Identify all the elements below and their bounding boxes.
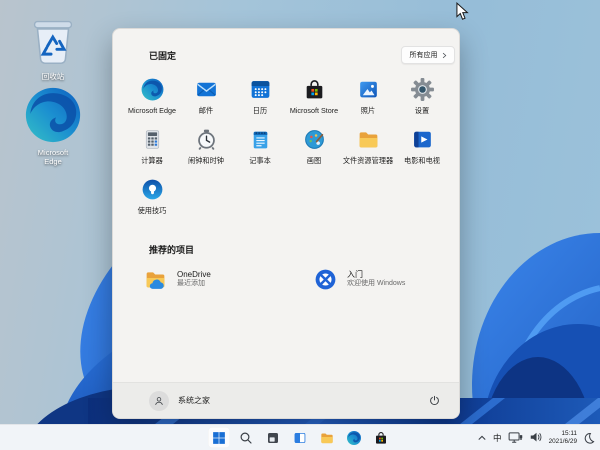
taskbar-buttons bbox=[208, 425, 392, 450]
calculator-icon bbox=[140, 127, 165, 152]
taskbar-widgets-button[interactable] bbox=[289, 427, 311, 448]
onedrive-icon bbox=[143, 267, 168, 292]
paint-icon bbox=[302, 127, 327, 152]
clock[interactable]: 15:11 2021/6/29 bbox=[549, 430, 577, 445]
pinned-app-settings[interactable]: 设置 bbox=[395, 73, 449, 123]
pinned-app-photos[interactable]: 照片 bbox=[341, 73, 395, 123]
pinned-app-label: 计算器 bbox=[141, 156, 163, 166]
chevron-right-icon bbox=[442, 52, 447, 59]
pinned-app-tips[interactable]: 使用技巧 bbox=[125, 173, 179, 223]
taskbar-edge-button[interactable] bbox=[343, 427, 365, 448]
start-menu-user-bar: 系统之家 bbox=[113, 382, 459, 418]
photos-icon bbox=[356, 77, 381, 102]
moon-icon[interactable] bbox=[583, 432, 595, 444]
search-icon bbox=[238, 430, 254, 446]
pinned-app-calendar[interactable]: 日历 bbox=[233, 73, 287, 123]
clock-time: 15:11 bbox=[549, 430, 577, 438]
all-apps-button[interactable]: 所有应用 bbox=[401, 46, 455, 64]
taskbar-search-button[interactable] bbox=[235, 427, 257, 448]
edge-icon bbox=[22, 84, 84, 146]
pinned-app-paint[interactable]: 画图 bbox=[287, 123, 341, 173]
recommended-items: OneDrive 最近添加 入门 欢迎使用 Windows bbox=[113, 261, 459, 301]
recommended-section-header: 推荐的项目 bbox=[149, 243, 194, 256]
pinned-app-label: 设置 bbox=[415, 106, 429, 116]
task-view-icon bbox=[265, 430, 281, 446]
user-name[interactable]: 系统之家 bbox=[178, 395, 210, 406]
pinned-app-label: 日历 bbox=[253, 106, 267, 116]
mail-icon bbox=[194, 77, 219, 102]
recommended-item-title: 入门 bbox=[347, 270, 405, 279]
pinned-app-label: 画图 bbox=[307, 156, 321, 166]
windows-start-icon bbox=[211, 430, 227, 446]
pinned-app-label: Microsoft Store bbox=[290, 106, 338, 115]
edge-icon bbox=[140, 77, 165, 102]
pinned-apps-grid: Microsoft Edge 邮件 日历 Microsoft Store 照片 … bbox=[125, 73, 449, 223]
notepad-icon bbox=[248, 127, 273, 152]
desktop-icon-recycle-bin[interactable]: 回收站 bbox=[22, 8, 84, 81]
pinned-app-label: 闹钟和时钟 bbox=[188, 156, 224, 166]
pinned-app-notepad[interactable]: 记事本 bbox=[233, 123, 287, 173]
recommended-item-title: OneDrive bbox=[177, 270, 211, 279]
recycle-bin-icon bbox=[22, 8, 84, 70]
pinned-app-label: 邮件 bbox=[199, 106, 213, 116]
taskbar-file-explorer-button[interactable] bbox=[316, 427, 338, 448]
settings-icon bbox=[410, 77, 435, 102]
clock-date: 2021/6/29 bbox=[549, 438, 577, 446]
pinned-app-file-explorer[interactable]: 文件资源管理器 bbox=[341, 123, 395, 173]
power-icon bbox=[428, 394, 441, 407]
get-started-icon bbox=[313, 267, 338, 292]
widgets-icon bbox=[292, 430, 308, 446]
alarm-clock-icon bbox=[194, 127, 219, 152]
pinned-app-edge[interactable]: Microsoft Edge bbox=[125, 73, 179, 123]
desktop-icon-label: Microsoft Edge bbox=[28, 148, 78, 166]
volume-icon[interactable] bbox=[529, 432, 543, 444]
recommended-item-onedrive[interactable]: OneDrive 最近添加 bbox=[143, 261, 217, 297]
pinned-app-label: 电影和电视 bbox=[404, 156, 440, 166]
power-button[interactable] bbox=[423, 390, 445, 412]
pinned-app-label: 使用技巧 bbox=[138, 206, 167, 216]
user-avatar[interactable] bbox=[149, 391, 169, 411]
pinned-app-label: 记事本 bbox=[249, 156, 271, 166]
pinned-app-label: 照片 bbox=[361, 106, 375, 116]
pinned-app-store[interactable]: Microsoft Store bbox=[287, 73, 341, 123]
taskbar-store-button[interactable] bbox=[370, 427, 392, 448]
pinned-app-movies-tv[interactable]: 电影和电视 bbox=[395, 123, 449, 173]
edge-icon bbox=[346, 430, 362, 446]
pinned-app-label: 文件资源管理器 bbox=[343, 156, 393, 166]
pinned-app-mail[interactable]: 邮件 bbox=[179, 73, 233, 123]
taskbar-task-view-button[interactable] bbox=[262, 427, 284, 448]
network-icon[interactable] bbox=[508, 431, 523, 444]
pinned-section-header: 已固定 bbox=[149, 49, 176, 62]
all-apps-label: 所有应用 bbox=[410, 50, 438, 60]
store-icon bbox=[302, 77, 327, 102]
pinned-app-calculator[interactable]: 计算器 bbox=[125, 123, 179, 173]
person-icon bbox=[153, 395, 165, 407]
tips-icon bbox=[140, 177, 165, 202]
tray-overflow-chevron-icon[interactable] bbox=[477, 433, 487, 443]
taskbar: 中 15:11 2021/6/29 bbox=[0, 424, 600, 450]
pinned-app-label: Microsoft Edge bbox=[128, 106, 176, 115]
desktop-icon-label: 回收站 bbox=[28, 72, 78, 81]
recommended-item-subtitle: 欢迎使用 Windows bbox=[347, 280, 405, 289]
file-explorer-icon bbox=[356, 127, 381, 152]
recommended-item-get-started[interactable]: 入门 欢迎使用 Windows bbox=[313, 261, 411, 297]
movies-tv-icon bbox=[410, 127, 435, 152]
file-explorer-icon bbox=[319, 430, 335, 446]
ime-indicator[interactable]: 中 bbox=[493, 432, 502, 444]
store-icon bbox=[373, 430, 389, 446]
calendar-icon bbox=[248, 77, 273, 102]
taskbar-start-button[interactable] bbox=[208, 427, 230, 448]
system-tray: 中 15:11 2021/6/29 bbox=[477, 425, 595, 450]
desktop-icon-edge[interactable]: Microsoft Edge bbox=[22, 84, 84, 166]
recommended-item-subtitle: 最近添加 bbox=[177, 280, 211, 289]
start-menu: 已固定 所有应用 Microsoft Edge 邮件 日历 Microsoft … bbox=[112, 28, 460, 419]
pinned-app-alarm-clock[interactable]: 闹钟和时钟 bbox=[179, 123, 233, 173]
